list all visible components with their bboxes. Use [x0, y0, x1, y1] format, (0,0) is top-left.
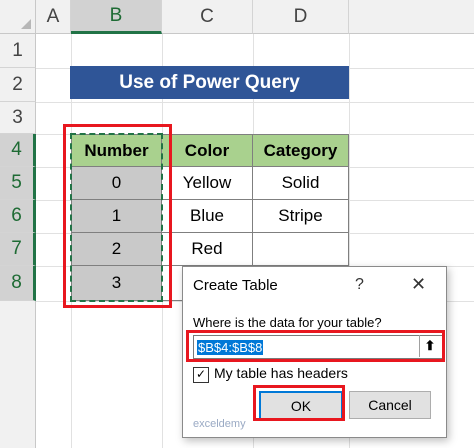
highlight-box-ok-button — [253, 385, 345, 421]
table-header-category[interactable]: Category — [253, 134, 349, 167]
column-header-a[interactable]: A — [36, 0, 71, 34]
headers-checkbox-label[interactable]: My table has headers — [214, 365, 348, 381]
grid-line — [36, 102, 474, 103]
row-header-empty — [0, 301, 36, 448]
column-header-c[interactable]: C — [162, 0, 253, 34]
cancel-button[interactable]: Cancel — [349, 391, 431, 419]
sheet-title: Use of Power Query — [70, 66, 349, 99]
highlight-box-number-column — [63, 124, 172, 308]
table-header-color[interactable]: Color — [162, 134, 253, 167]
help-icon[interactable]: ? — [355, 276, 364, 294]
table-cell-color[interactable]: Yellow — [162, 167, 253, 200]
row-header-8[interactable]: 8 — [0, 266, 36, 301]
table-cell-category[interactable] — [253, 233, 349, 266]
row-header-5[interactable]: 5 — [0, 167, 36, 200]
row-header-4[interactable]: 4 — [0, 134, 36, 167]
row-header-6[interactable]: 6 — [0, 200, 36, 233]
table-cell-category[interactable]: Solid — [253, 167, 349, 200]
row-header-1[interactable]: 1 — [0, 34, 36, 68]
column-header-b[interactable]: B — [71, 0, 162, 34]
headers-checkbox[interactable]: ✓ — [193, 367, 209, 383]
dialog-title: Create Table — [193, 277, 278, 294]
row-header-3[interactable]: 3 — [0, 102, 36, 134]
column-header-empty — [349, 0, 474, 34]
row-header-2[interactable]: 2 — [0, 68, 36, 102]
table-cell-color[interactable]: Blue — [162, 200, 253, 233]
table-cell-color[interactable]: Red — [162, 233, 253, 266]
highlight-box-range-input — [186, 330, 445, 362]
close-icon[interactable]: ✕ — [411, 274, 426, 295]
range-prompt: Where is the data for your table? — [193, 315, 382, 330]
select-all-triangle-icon — [21, 19, 31, 29]
table-cell-category[interactable]: Stripe — [253, 200, 349, 233]
exceldemy-watermark: exceldemy — [193, 418, 246, 430]
row-header-7[interactable]: 7 — [0, 233, 36, 266]
select-all-corner[interactable] — [0, 0, 36, 34]
column-header-d[interactable]: D — [253, 0, 349, 34]
